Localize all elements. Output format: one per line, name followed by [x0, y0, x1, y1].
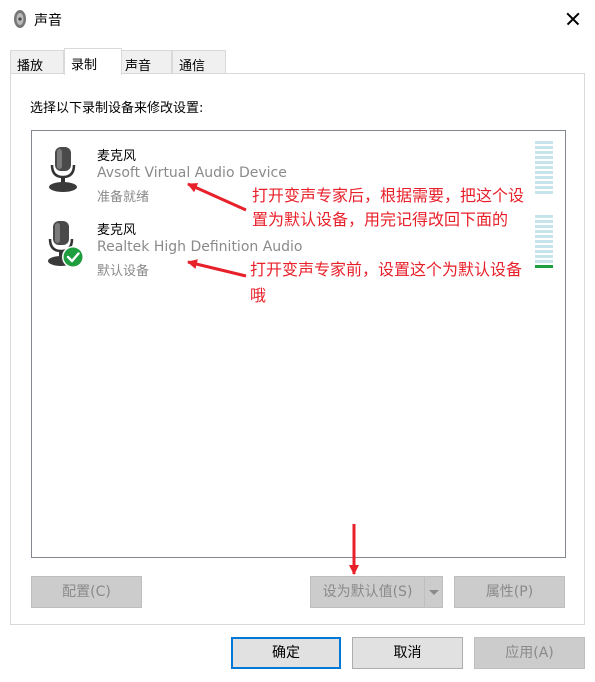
device-status: 准备就绪 — [97, 190, 150, 205]
annotation-note-1-line-1: 打开变声专家后，根据需要，把这个设 — [252, 186, 525, 205]
chevron-down-icon[interactable] — [424, 577, 442, 607]
tab-sounds[interactable]: 声音 — [118, 50, 172, 74]
annotation-note-2-line-1: 打开变声专家前，设置这个为默认设备 — [250, 260, 523, 279]
meter-segment — [535, 181, 553, 184]
tab-recording[interactable]: 录制 — [64, 48, 122, 75]
meter-segment — [535, 225, 553, 228]
close-button[interactable] — [549, 0, 595, 38]
microphone-icon — [49, 147, 77, 192]
meter-segment — [535, 161, 553, 164]
level-meter-realtek — [535, 215, 553, 270]
meter-segment — [535, 151, 553, 154]
meter-segment — [535, 215, 553, 218]
ok-button[interactable]: 确定 — [231, 637, 341, 669]
device-name: 麦克风 — [97, 223, 137, 238]
meter-segment — [535, 141, 553, 144]
annotation-note-1-line-2: 置为默认设备，用完记得改回下面的 — [252, 210, 509, 229]
device-description: Avsoft Virtual Audio Device — [97, 165, 287, 181]
meter-segment — [535, 186, 553, 189]
meter-segment — [535, 166, 553, 169]
meter-segment — [535, 235, 553, 238]
meter-segment — [535, 245, 553, 248]
tab-communications[interactable]: 通信 — [172, 50, 226, 74]
device-status: 默认设备 — [97, 264, 150, 279]
device-description: Realtek High Definition Audio — [97, 239, 303, 255]
configure-button[interactable]: 配置(C) — [31, 576, 142, 608]
set-default-label: 设为默认值(S) — [322, 584, 413, 600]
device-name: 麦克风 — [97, 149, 137, 164]
meter-segment — [535, 260, 553, 263]
tab-playback[interactable]: 播放 — [10, 50, 64, 74]
meter-segment — [535, 156, 553, 159]
meter-segment — [535, 265, 553, 268]
instruction-text: 选择以下录制设备来修改设置: — [30, 101, 204, 116]
meter-segment — [535, 255, 553, 258]
meter-segment — [535, 230, 553, 233]
meter-segment — [535, 176, 553, 179]
microphone-default-icon — [48, 221, 84, 268]
window-title: 声音 — [34, 13, 62, 29]
tab-panel: 选择以下录制设备来修改设置: 麦克风 Avsoft Virtual Audio … — [10, 73, 585, 625]
meter-segment — [535, 146, 553, 149]
meter-segment — [535, 240, 553, 243]
annotation-note-2-line-2: 哦 — [250, 286, 267, 305]
title-bar: 声音 — [0, 0, 595, 38]
cancel-button[interactable]: 取消 — [352, 637, 463, 669]
level-meter-avsoft — [535, 141, 553, 196]
meter-segment — [535, 171, 553, 174]
check-badge-icon — [63, 247, 83, 267]
meter-segment — [535, 220, 553, 223]
speaker-icon — [14, 10, 26, 28]
apply-button[interactable]: 应用(A) — [474, 637, 585, 669]
properties-button[interactable]: 属性(P) — [454, 576, 565, 608]
meter-segment — [535, 191, 553, 194]
meter-segment — [535, 250, 553, 253]
set-default-button[interactable]: 设为默认值(S) — [310, 576, 443, 608]
